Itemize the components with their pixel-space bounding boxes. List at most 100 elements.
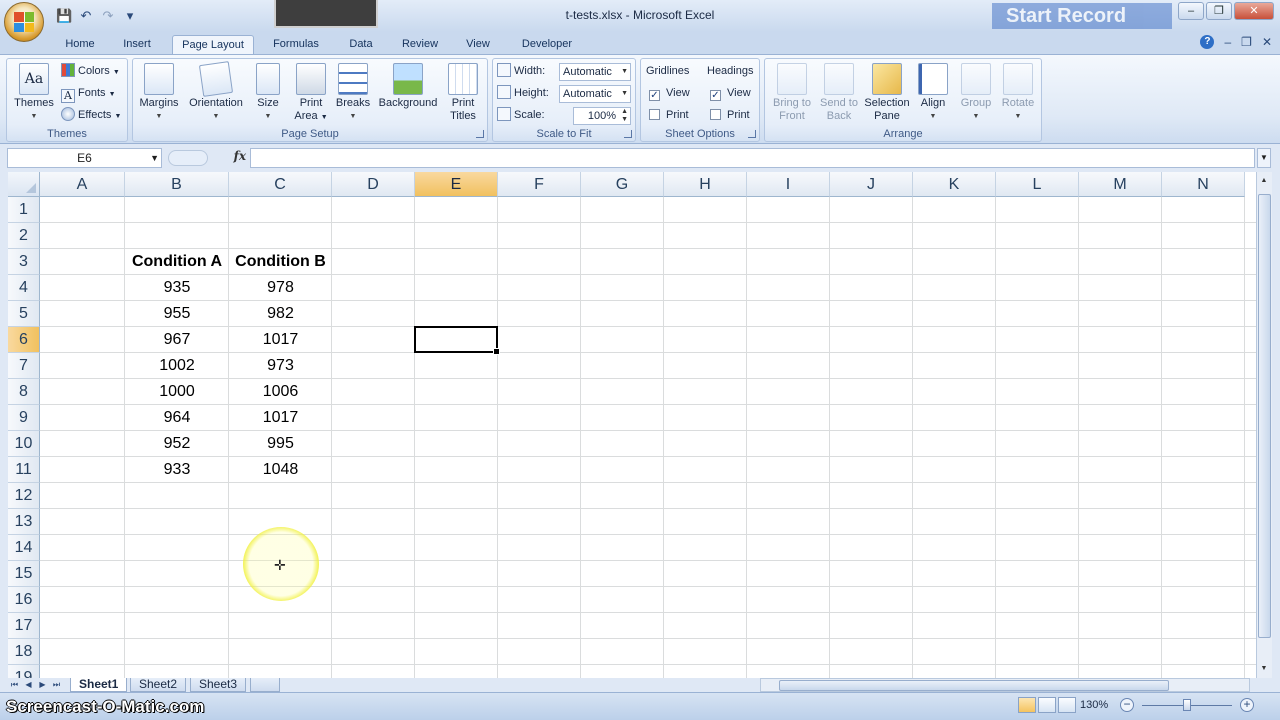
cell-b10[interactable]: 952 <box>125 431 229 457</box>
bring-to-front-button[interactable]: Bring to Front <box>767 61 817 125</box>
page-layout-view-button[interactable] <box>1038 697 1056 713</box>
name-box[interactable]: E6 ▼ <box>7 148 162 168</box>
rotate-button[interactable]: Rotate ▼ <box>997 61 1039 125</box>
prev-sheet-icon[interactable]: ◀ <box>22 678 35 692</box>
zoom-out-icon[interactable]: − <box>1120 698 1134 712</box>
column-header-b[interactable]: B <box>125 172 229 197</box>
window-minimize-button[interactable]: – <box>1178 2 1204 20</box>
row-header-2[interactable]: 2 <box>8 223 40 249</box>
cell-c10[interactable]: 995 <box>229 431 332 457</box>
ribbon-close-icon[interactable]: ✕ <box>1262 35 1272 49</box>
tab-developer[interactable]: Developer <box>512 35 582 55</box>
expand-formula-bar-icon[interactable]: ▼ <box>1257 148 1271 168</box>
vertical-scroll-thumb[interactable] <box>1258 194 1271 638</box>
row-header-12[interactable]: 12 <box>8 483 40 509</box>
horizontal-scrollbar[interactable] <box>760 678 1250 692</box>
insert-function-icon[interactable]: fx <box>234 149 246 163</box>
column-header-f[interactable]: F <box>498 172 581 197</box>
ribbon-restore-icon[interactable]: ❐ <box>1241 35 1252 49</box>
effects-button[interactable]: Effects ▼ <box>61 106 121 124</box>
tab-view[interactable]: View <box>458 35 498 55</box>
row-header-7[interactable]: 7 <box>8 353 40 379</box>
window-restore-button[interactable]: ❐ <box>1206 2 1232 20</box>
orientation-button[interactable]: Orientation ▼ <box>185 61 247 125</box>
print-area-button[interactable]: Print Area ▼ <box>289 61 333 125</box>
breaks-button[interactable]: Breaks ▼ <box>333 61 373 125</box>
column-header-l[interactable]: L <box>996 172 1079 197</box>
row-header-1[interactable]: 1 <box>8 197 40 223</box>
gridlines-print-checkbox[interactable]: Print <box>649 106 689 124</box>
recording-banner[interactable]: Start Record <box>992 3 1172 29</box>
normal-view-button[interactable] <box>1018 697 1036 713</box>
column-header-a[interactable]: A <box>40 172 125 197</box>
tab-page-layout[interactable]: Page Layout <box>172 35 254 55</box>
horizontal-scroll-thumb[interactable] <box>779 680 1169 691</box>
size-button[interactable]: Size ▼ <box>253 61 283 125</box>
active-cell-selection[interactable] <box>414 326 500 355</box>
sheet-options-launcher-icon[interactable] <box>748 130 756 138</box>
group-button[interactable]: Group ▼ <box>955 61 997 125</box>
column-header-c[interactable]: C <box>229 172 332 197</box>
cell-c8[interactable]: 1006 <box>229 379 332 405</box>
cell-c9[interactable]: 1017 <box>229 405 332 431</box>
scroll-down-icon[interactable]: ▼ <box>1257 662 1271 676</box>
tab-home[interactable]: Home <box>56 35 104 55</box>
cell-b7[interactable]: 1002 <box>125 353 229 379</box>
insert-sheet-icon[interactable] <box>250 678 280 692</box>
cell-b3[interactable]: Condition A <box>125 249 229 275</box>
cell-b8[interactable]: 1000 <box>125 379 229 405</box>
row-header-5[interactable]: 5 <box>8 301 40 327</box>
chevron-down-icon[interactable]: ▼ <box>150 149 159 167</box>
next-sheet-icon[interactable]: ▶ <box>36 678 49 692</box>
selection-pane-button[interactable]: Selection Pane <box>861 61 913 125</box>
send-to-back-button[interactable]: Send to Back <box>815 61 863 125</box>
row-header-11[interactable]: 11 <box>8 457 40 483</box>
office-button[interactable] <box>4 2 44 42</box>
column-header-d[interactable]: D <box>332 172 415 197</box>
sheet-tab-sheet1[interactable]: Sheet1 <box>70 678 128 692</box>
column-header-h[interactable]: H <box>664 172 747 197</box>
row-header-17[interactable]: 17 <box>8 613 40 639</box>
row-header-14[interactable]: 14 <box>8 535 40 561</box>
cell-b4[interactable]: 935 <box>125 275 229 301</box>
row-header-8[interactable]: 8 <box>8 379 40 405</box>
column-header-m[interactable]: M <box>1079 172 1162 197</box>
column-header-g[interactable]: G <box>581 172 664 197</box>
align-button[interactable]: Align ▼ <box>913 61 953 125</box>
row-header-10[interactable]: 10 <box>8 431 40 457</box>
sheet-tab-sheet2[interactable]: Sheet2 <box>130 678 187 692</box>
height-dropdown[interactable]: Automatic ▼ <box>559 85 631 103</box>
cell-c4[interactable]: 978 <box>229 275 332 301</box>
spinner-arrows-icon[interactable]: ▲ ▼ <box>621 108 628 124</box>
background-button[interactable]: Background <box>375 61 441 125</box>
headings-view-checkbox[interactable]: ✓ View <box>710 84 751 102</box>
cell-c3[interactable]: Condition B <box>229 249 332 275</box>
ribbon-minimize-icon[interactable]: – <box>1224 35 1231 49</box>
tab-review[interactable]: Review <box>396 35 444 55</box>
margins-button[interactable]: Margins ▼ <box>135 61 183 125</box>
colors-button[interactable]: Colors ▼ <box>61 62 120 80</box>
tab-formulas[interactable]: Formulas <box>266 35 326 55</box>
cell-b9[interactable]: 964 <box>125 405 229 431</box>
fonts-button[interactable]: A Fonts ▼ <box>61 84 116 103</box>
column-header-n[interactable]: N <box>1162 172 1245 197</box>
zoom-level[interactable]: 130% <box>1080 699 1108 711</box>
row-header-15[interactable]: 15 <box>8 561 40 587</box>
spreadsheet-grid[interactable]: A B C D E F G H I J K L M N 1 2 3 4 5 6 7 8 9 10 11 12 13 14 15 16 17 1… <box>8 172 1256 678</box>
help-icon[interactable]: ? <box>1200 35 1215 49</box>
tab-data[interactable]: Data <box>340 35 382 55</box>
window-close-button[interactable]: ✕ <box>1234 2 1274 20</box>
scroll-up-icon[interactable]: ▲ <box>1257 174 1271 188</box>
tab-insert[interactable]: Insert <box>114 35 160 55</box>
row-header-16[interactable]: 16 <box>8 587 40 613</box>
page-setup-launcher-icon[interactable] <box>476 130 484 138</box>
row-header-6[interactable]: 6 <box>8 327 40 353</box>
print-titles-button[interactable]: Print Titles <box>443 61 483 125</box>
scale-to-fit-launcher-icon[interactable] <box>624 130 632 138</box>
cell-c11[interactable]: 1048 <box>229 457 332 483</box>
cell-b6[interactable]: 967 <box>125 327 229 353</box>
column-header-j[interactable]: J <box>830 172 913 197</box>
zoom-in-icon[interactable]: + <box>1240 698 1254 712</box>
zoom-slider-thumb[interactable] <box>1183 699 1191 711</box>
headings-print-checkbox[interactable]: Print <box>710 106 750 124</box>
